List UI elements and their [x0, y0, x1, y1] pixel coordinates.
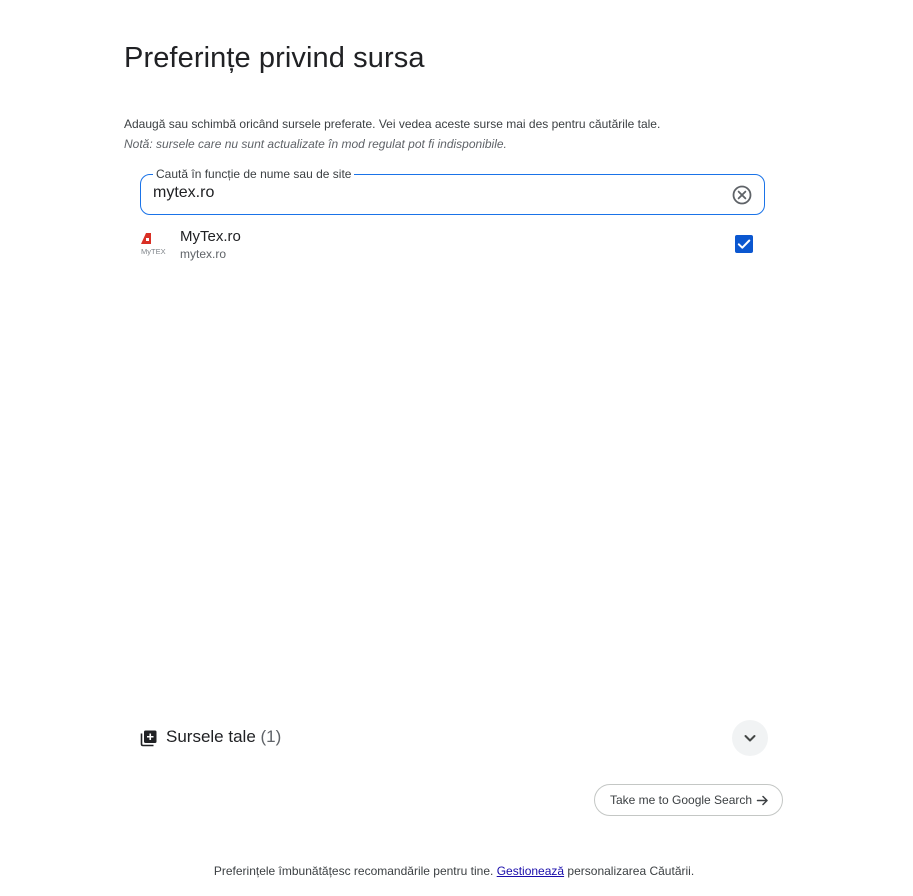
manage-link[interactable]: Gestionează — [497, 864, 564, 878]
page-note: Notă: sursele care nu sunt actualizate î… — [124, 137, 507, 151]
result-name: MyTex.ro — [180, 228, 241, 245]
arrow-right-icon — [756, 794, 769, 807]
svg-text:MyTEX: MyTEX — [141, 247, 166, 256]
close-circle-icon[interactable] — [732, 185, 752, 205]
your-sources-title: Sursele tale (1) — [166, 727, 281, 747]
result-domain: mytex.ro — [180, 247, 227, 261]
site-logo-icon: MyTEX — [140, 230, 168, 258]
go-to-search-label: Take me to Google Search — [610, 793, 753, 807]
page-title: Preferințe privind sursa — [124, 42, 425, 74]
footer-text: Preferințele îmbunătățesc recomandările … — [213, 864, 494, 878]
search-field[interactable]: Caută în funcție de nume sau de site — [140, 166, 765, 215]
go-to-search-button[interactable]: Take me to Google Search — [594, 784, 783, 816]
your-sources-label: Sursele tale — [166, 727, 256, 746]
footer: Preferințele îmbunătățesc recomandările … — [0, 864, 908, 878]
source-preferences-page: Preferințe privind sursa Adaugă sau schi… — [0, 0, 913, 896]
search-input[interactable] — [153, 184, 713, 202]
check-icon — [737, 239, 751, 249]
your-sources-count: (1) — [260, 727, 282, 746]
your-sources-section[interactable]: Sursele tale (1) — [140, 720, 768, 756]
chevron-down-icon — [744, 735, 756, 742]
search-label: Caută în funcție de nume sau de site — [153, 166, 355, 182]
footer-text-after: personalizarea Căutării. — [567, 864, 695, 878]
result-checkbox[interactable] — [735, 235, 753, 253]
add-library-icon — [140, 729, 158, 747]
expand-button[interactable] — [732, 720, 768, 756]
page-description: Adaugă sau schimbă oricând sursele prefe… — [124, 117, 661, 131]
list-item[interactable]: MyTEX MyTex.ro mytex.ro — [140, 228, 765, 264]
